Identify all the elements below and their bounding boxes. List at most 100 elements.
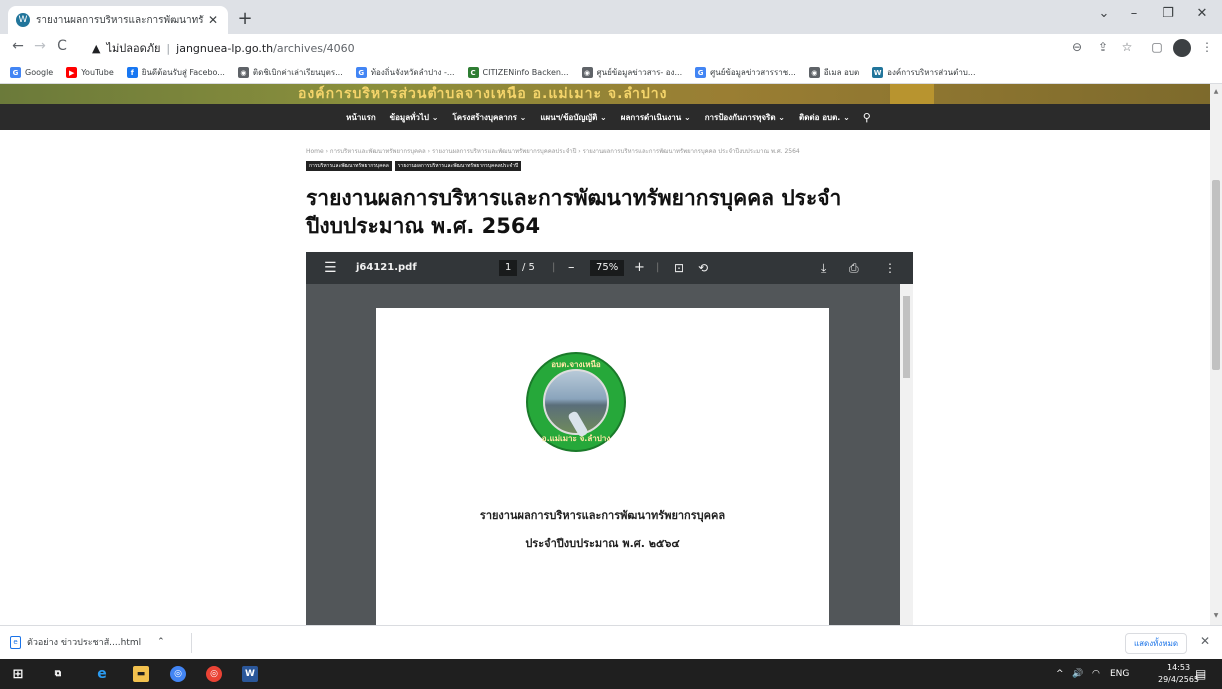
bookmarks-bar: G Google ▶ YouTube f ยินดีต้อนรับสู่ Facebo..… xyxy=(0,62,1222,84)
browser-tab[interactable]: W รายงานผลการบริหารและการพัฒนาทรั ✕ xyxy=(8,6,228,34)
breadcrumb[interactable]: Home › การบริหารและพัฒนาทรัพยากรบุคคล › … xyxy=(306,146,800,156)
html-file-icon: e xyxy=(10,635,21,649)
bookmark-item[interactable]: G ท้องถิ่นจังหวัดลำปาง -... xyxy=(355,66,455,79)
browser-toolbar: ← → C ▲ ไม่ปลอดภัย | jangnuea-lp.go.th /… xyxy=(0,34,1222,62)
download-icon[interactable]: ⤓ xyxy=(821,252,826,284)
close-window-button[interactable]: ✕ xyxy=(1188,6,1216,21)
close-download-bar-icon[interactable]: ✕ xyxy=(1200,634,1210,648)
pdf-filename: j64121.pdf xyxy=(356,262,417,273)
site-banner: องค์การบริหารส่วนตำบลจางเหนือ อ.แม่เมาะ … xyxy=(0,84,1210,104)
category-tag[interactable]: รายงานผลการบริหารและพัฒนาทรัพยากรบุคคลปร… xyxy=(394,161,522,171)
google-icon: G xyxy=(695,67,707,78)
bookmark-item[interactable]: G Google xyxy=(10,67,53,78)
post-title: รายงานผลการบริหารและการพัฒนาทรัพยากรบุคค… xyxy=(306,186,842,238)
document-title: รายงานผลการบริหารและการพัฒนาทรัพยากรบุคค… xyxy=(479,509,726,522)
bookmark-item[interactable]: ◉ ติดชิเบิกค่าเล่าเรียนบุตร... xyxy=(237,66,343,79)
minimize-button[interactable]: – xyxy=(1120,6,1148,21)
bookmark-item[interactable]: C CITIZENinfo Backen... xyxy=(467,67,569,78)
bookmark-label: YouTube xyxy=(81,68,114,77)
globe-icon: ◉ xyxy=(581,67,593,78)
bookmark-item[interactable]: ◉ ศูนย์ข้อมูลข่าวสาร- อง... xyxy=(581,66,682,79)
page-scrollbar[interactable]: ▲ ▼ xyxy=(1210,84,1222,625)
menu-item[interactable]: โครงสร้างบุคลากร ⌄ xyxy=(452,111,526,124)
restore-button[interactable]: ❐ xyxy=(1154,6,1182,21)
bookmark-item[interactable]: G ศูนย์ข้อมูลข่าวสารราช... xyxy=(695,66,796,79)
address-bar[interactable]: ▲ ไม่ปลอดภัย | jangnuea-lp.go.th /archiv… xyxy=(92,37,1082,59)
bookmark-label: อีเมล อบต xyxy=(823,68,860,77)
zoom-in-icon[interactable]: + xyxy=(634,252,645,284)
side-panel-icon[interactable]: ▢ xyxy=(1148,40,1166,54)
back-button[interactable]: ← xyxy=(8,38,28,54)
search-icon[interactable]: ⚲ xyxy=(863,111,871,124)
share-icon[interactable]: ⇪ xyxy=(1094,40,1112,54)
rotate-icon[interactable]: ⟲ xyxy=(698,252,708,284)
edge-icon[interactable]: e xyxy=(94,666,110,682)
word-icon[interactable]: W xyxy=(242,666,258,682)
menu-icon[interactable]: ⋮ xyxy=(1198,40,1216,54)
youtube-icon: ▶ xyxy=(66,67,78,78)
zoom-icon[interactable]: ⊖ xyxy=(1068,40,1086,54)
document-subtitle: ประจำปีงบประมาณ พ.ศ. ๒๕๖๔ xyxy=(525,537,680,550)
chevron-up-icon[interactable]: ⌃ xyxy=(157,637,165,647)
notifications-icon[interactable]: ▤ xyxy=(1195,659,1206,689)
pdf-zoom-input[interactable]: 75% xyxy=(590,260,625,276)
pdf-viewer[interactable]: ☰ j64121.pdf 1 / 5 | – 75% + | ⊡ ⟲ ⤓ ⎙ ⋮… xyxy=(306,252,913,625)
menu-item[interactable]: ผลการดำเนินงาน ⌄ xyxy=(621,111,691,124)
language-indicator[interactable]: ENG xyxy=(1110,659,1129,689)
download-separator xyxy=(191,633,192,653)
zoom-out-icon[interactable]: – xyxy=(568,252,575,284)
page-scroll-thumb[interactable] xyxy=(1212,180,1220,370)
menu-item[interactable]: ข้อมูลทั่วไป ⌄ xyxy=(390,111,439,124)
bookmark-label: ศูนย์ข้อมูลข่าวสารราช... xyxy=(710,68,796,77)
show-all-button[interactable]: แสดงทั้งหมด xyxy=(1125,633,1188,654)
menu-item[interactable]: การป้องกันการทุจริต ⌄ xyxy=(705,111,785,124)
tab-title: รายงานผลการบริหารและการพัฒนาทรั xyxy=(36,14,204,26)
chrome-active-icon[interactable]: ◎ xyxy=(206,666,222,682)
bookmark-label: ติดชิเบิกค่าเล่าเรียนบุตร... xyxy=(252,68,343,77)
scroll-up-icon[interactable]: ▲ xyxy=(1210,88,1222,95)
google-icon: G xyxy=(10,67,21,78)
facebook-icon: f xyxy=(126,67,138,78)
scroll-down-icon[interactable]: ▼ xyxy=(1210,612,1222,619)
reload-button[interactable]: C xyxy=(52,38,72,54)
bookmark-item[interactable]: f ยินดีต้อนรับสู่ Facebo... xyxy=(126,66,225,79)
menu-item[interactable]: ติดต่อ อบต. ⌄ xyxy=(799,111,850,124)
pdf-page-input[interactable]: 1 xyxy=(499,260,518,276)
warning-icon[interactable]: ▲ xyxy=(92,42,100,55)
security-label: ไม่ปลอดภัย xyxy=(106,42,161,55)
tab-close-icon[interactable]: ✕ xyxy=(206,13,220,27)
chrome-icon[interactable]: ◎ xyxy=(170,666,186,682)
print-icon[interactable]: ⎙ xyxy=(849,252,859,284)
wifi-icon[interactable]: ◠ xyxy=(1092,659,1100,689)
bookmark-item[interactable]: ◉ อีเมล อบต xyxy=(808,66,860,79)
profile-avatar-icon[interactable] xyxy=(1173,39,1191,57)
banner-ornament xyxy=(890,84,934,104)
pdf-menu-icon[interactable]: ☰ xyxy=(324,252,337,284)
tab-strip: W รายงานผลการบริหารและการพัฒนาทรั ✕ + ⌄ … xyxy=(0,0,1222,34)
task-view-icon[interactable]: ⧉ xyxy=(50,666,66,682)
windows-start-icon[interactable]: ⊞ xyxy=(10,666,26,682)
pdf-scroll-thumb[interactable] xyxy=(903,296,910,378)
show-hidden-icons-icon[interactable]: ^ xyxy=(1056,659,1064,689)
windows-taskbar: ⊞ ⧉ e ▬ ◎ ◎ W ^ 🔊 ◠ ENG 14:53 29/4/2565 … xyxy=(0,659,1222,689)
pdf-page-total: / 5 xyxy=(522,262,535,273)
system-clock[interactable]: 14:53 29/4/2565 xyxy=(1158,662,1199,686)
bookmark-label: CITIZENinfo Backen... xyxy=(482,68,569,77)
pdf-page: อบต.จางเหนือ อ.แม่เมาะ จ.ลำปาง รายงานผลก… xyxy=(376,308,829,625)
download-item[interactable]: e ตัวอย่าง ข่าวประชาสั....html ⌃ xyxy=(10,635,165,649)
menu-item[interactable]: แผนฯ/ข้อบัญญัติ ⌄ xyxy=(540,111,606,124)
bookmark-star-icon[interactable]: ☆ xyxy=(1118,40,1136,54)
volume-icon[interactable]: 🔊 xyxy=(1072,659,1083,689)
pdf-scrollbar[interactable] xyxy=(900,284,913,625)
pdf-more-icon[interactable]: ⋮ xyxy=(884,252,896,284)
google-icon: G xyxy=(355,67,367,78)
bookmark-item[interactable]: ▶ YouTube xyxy=(66,67,114,78)
menu-item[interactable]: หน้าแรก xyxy=(346,111,376,124)
bookmark-item[interactable]: W องค์การบริหารส่วนตำบ... xyxy=(872,66,976,79)
file-explorer-icon[interactable]: ▬ xyxy=(133,666,149,682)
category-tag[interactable]: การบริหารและพัฒนาทรัพยากรบุคคล xyxy=(306,161,392,171)
tab-search-icon[interactable]: ⌄ xyxy=(1090,6,1118,21)
new-tab-button[interactable]: + xyxy=(234,8,256,30)
forward-button[interactable]: → xyxy=(30,38,50,54)
fit-page-icon[interactable]: ⊡ xyxy=(674,252,684,284)
